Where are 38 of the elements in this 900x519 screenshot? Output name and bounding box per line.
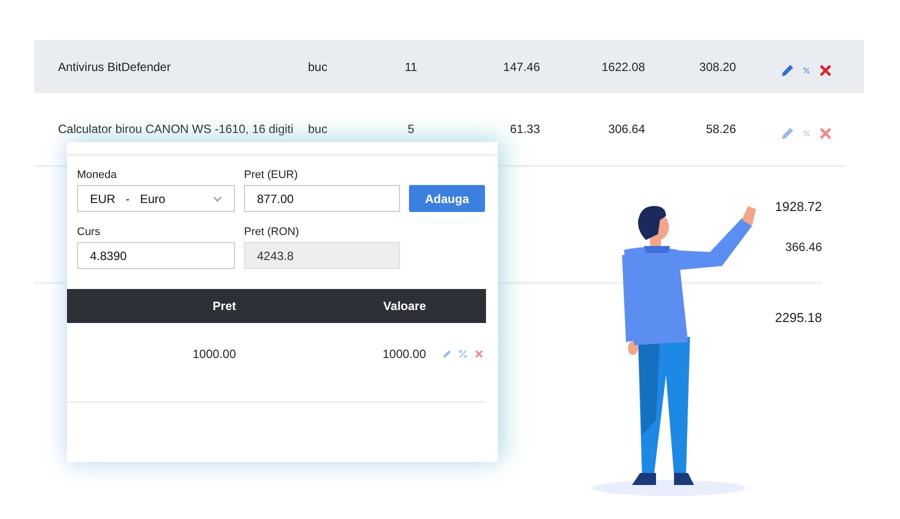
percent-icon[interactable] <box>803 67 810 74</box>
field-label: Moneda <box>77 169 118 181</box>
chevron-icon <box>213 196 222 202</box>
quantity-cell-text: 5 <box>406 122 416 136</box>
pencil-icon[interactable] <box>780 63 795 78</box>
pencil-icon[interactable] <box>442 349 452 359</box>
table-row[interactable]: Antivirus BitDefender buc 11 147.46 1622.08 308.20 <box>34 40 864 93</box>
table-cell-text: 1000.00 <box>382 347 426 361</box>
column-header: Valoare <box>382 299 426 313</box>
field-label: Pret (RON) <box>244 226 300 238</box>
delete-icon[interactable] <box>818 126 833 140</box>
delete-icon[interactable] <box>818 63 833 78</box>
total-value: 2295.18 <box>775 310 822 325</box>
total-cell-text: 1622.08 <box>600 60 645 74</box>
input-field[interactable]: 877.00 <box>244 185 400 212</box>
pencil-icon[interactable] <box>780 126 795 140</box>
currency-select[interactable]: EUR - Euro <box>77 185 235 212</box>
quantity-cell-text: 11 <box>404 60 418 74</box>
delete-icon[interactable] <box>474 349 484 359</box>
input-field[interactable]: 4.8390 <box>77 242 235 269</box>
table-cell-text: 1000.00 <box>192 347 236 361</box>
total-value: 1928.72 <box>775 199 822 214</box>
vat-cell-text: 58.26 <box>704 122 736 136</box>
unit-cell-text: buc <box>308 60 328 74</box>
percent-icon[interactable] <box>803 130 810 136</box>
price-cell-text: 61.33 <box>508 122 540 136</box>
field-label: Pret (EUR) <box>244 169 299 181</box>
column-header: Pret <box>212 299 236 313</box>
add-button[interactable]: Adauga <box>409 185 485 212</box>
price-cell-text: 147.46 <box>502 60 540 74</box>
percent-icon[interactable] <box>458 349 468 359</box>
total-cell-text: 306.64 <box>607 122 645 136</box>
vat-cell-text: 308.20 <box>698 60 736 74</box>
total-value: 366.46 <box>785 240 822 254</box>
product-name: Calculator birou CANON WS -1610, 16 digiti <box>58 122 294 136</box>
product-name: Antivirus BitDefender <box>58 60 172 74</box>
field-label: Curs <box>77 226 102 238</box>
unit-cell-text: buc <box>308 122 328 136</box>
